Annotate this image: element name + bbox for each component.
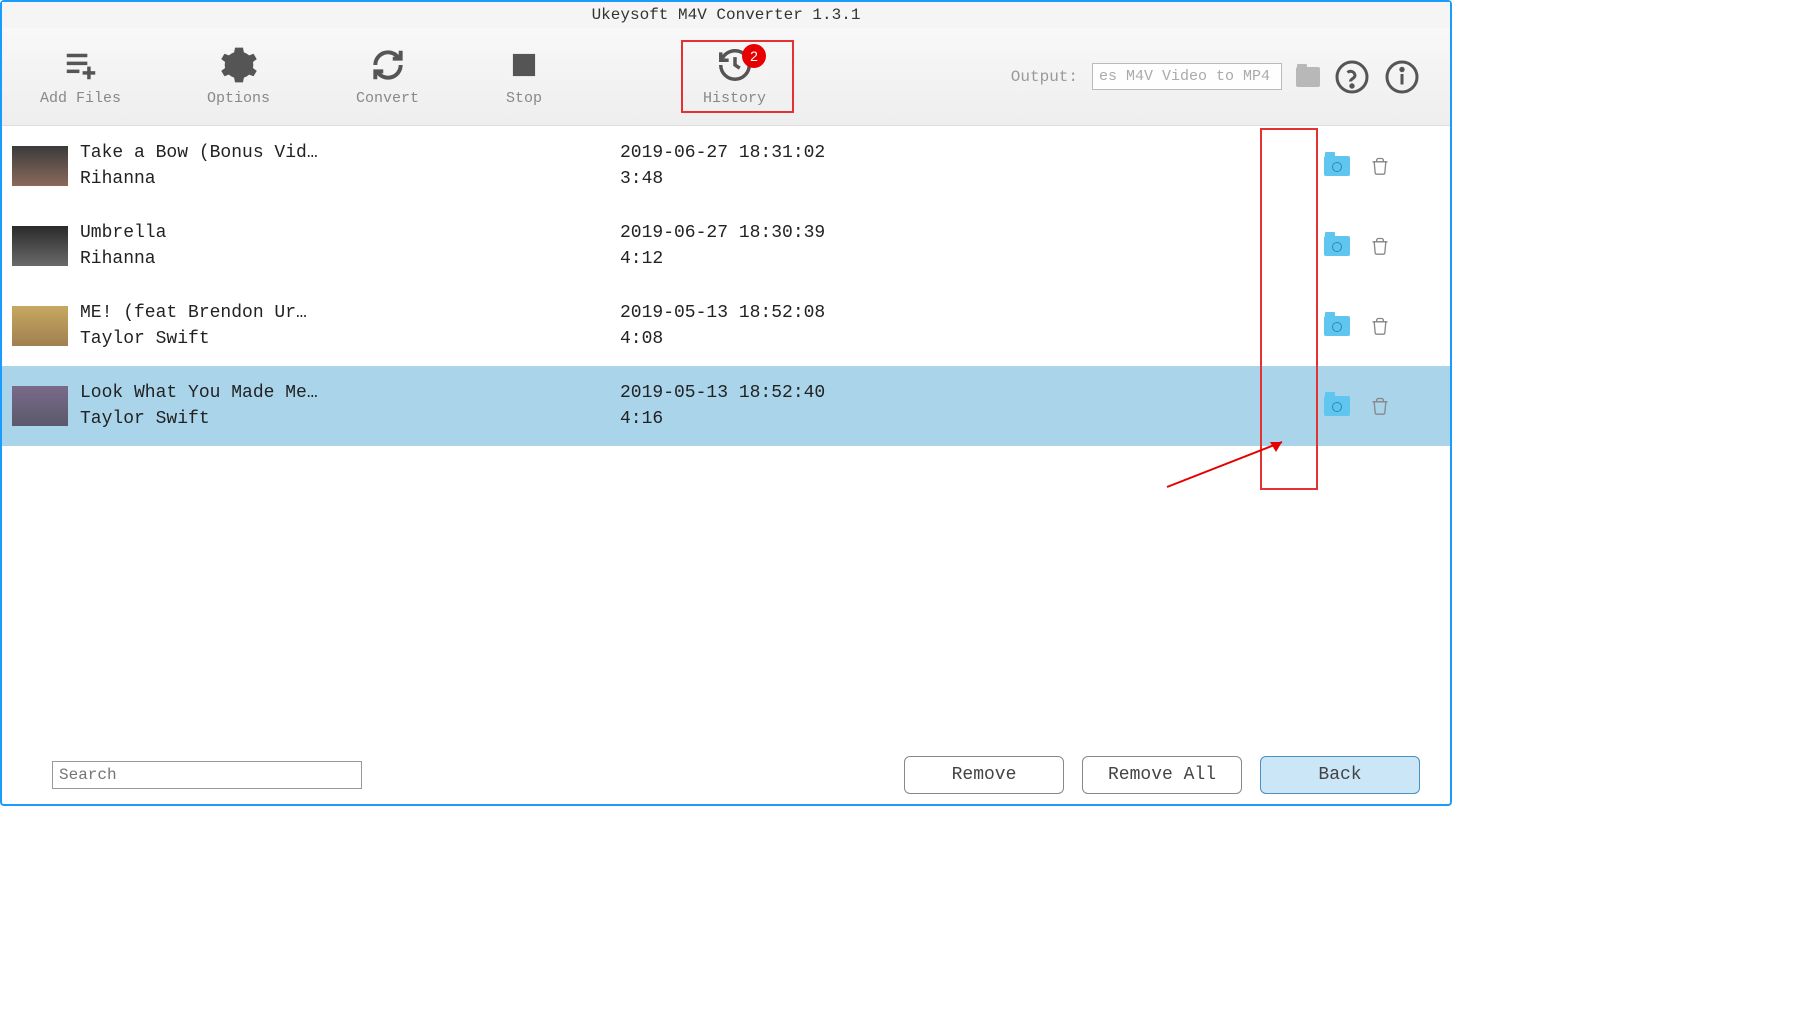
options-button[interactable]: Options bbox=[199, 46, 278, 107]
toolbar: Add Files Options Convert Stop History 2 bbox=[2, 28, 1450, 126]
video-artist: Rihanna bbox=[80, 169, 620, 189]
conversion-date: 2019-06-27 18:30:39 bbox=[620, 223, 1080, 243]
trash-icon[interactable] bbox=[1370, 154, 1390, 178]
remove-all-button[interactable]: Remove All bbox=[1082, 756, 1242, 794]
history-label: History bbox=[703, 90, 766, 107]
conversion-date: 2019-05-13 18:52:40 bbox=[620, 383, 1080, 403]
video-thumbnail bbox=[12, 306, 68, 346]
video-duration: 3:48 bbox=[620, 169, 1080, 189]
output-label: Output: bbox=[1011, 68, 1078, 86]
window-title: Ukeysoft M4V Converter 1.3.1 bbox=[2, 2, 1450, 28]
video-title: Umbrella bbox=[80, 223, 620, 243]
browse-folder-icon[interactable] bbox=[1296, 67, 1320, 87]
history-list: Take a Bow (Bonus Vid…Rihanna2019-06-27 … bbox=[2, 126, 1450, 446]
history-button[interactable]: History 2 bbox=[695, 46, 774, 107]
history-badge: 2 bbox=[742, 44, 766, 68]
video-title: Take a Bow (Bonus Vid… bbox=[80, 143, 620, 163]
video-thumbnail bbox=[12, 226, 68, 266]
row-actions bbox=[1324, 154, 1440, 178]
video-title: Look What You Made Me… bbox=[80, 383, 620, 403]
add-files-label: Add Files bbox=[40, 90, 121, 107]
gear-icon bbox=[220, 46, 258, 84]
trash-icon[interactable] bbox=[1370, 234, 1390, 258]
video-title: ME! (feat Brendon Ur… bbox=[80, 303, 620, 323]
video-artist: Taylor Swift bbox=[80, 409, 620, 429]
options-label: Options bbox=[207, 90, 270, 107]
date-column: 2019-05-13 18:52:08 4:08 bbox=[620, 303, 1080, 349]
history-row[interactable]: Umbrella Rihanna2019-06-27 18:30:39 4:12 bbox=[2, 206, 1450, 286]
date-column: 2019-05-13 18:52:40 4:16 bbox=[620, 383, 1080, 429]
toolbar-right: Output: es M4V Video to MP4 bbox=[1011, 59, 1420, 95]
stop-label: Stop bbox=[506, 90, 542, 107]
add-files-button[interactable]: Add Files bbox=[32, 46, 129, 107]
info-icon[interactable] bbox=[1384, 59, 1420, 95]
stop-button[interactable]: Stop bbox=[497, 46, 551, 107]
back-button[interactable]: Back bbox=[1260, 756, 1420, 794]
video-duration: 4:08 bbox=[620, 329, 1080, 349]
title-column: Umbrella Rihanna bbox=[80, 223, 620, 269]
help-icon[interactable] bbox=[1334, 59, 1370, 95]
video-thumbnail bbox=[12, 386, 68, 426]
remove-button[interactable]: Remove bbox=[904, 756, 1064, 794]
video-thumbnail bbox=[12, 146, 68, 186]
date-column: 2019-06-27 18:30:39 4:12 bbox=[620, 223, 1080, 269]
history-row[interactable]: Look What You Made Me… Taylor Swift2019-0… bbox=[2, 366, 1450, 446]
open-folder-icon[interactable] bbox=[1324, 156, 1350, 176]
row-actions bbox=[1324, 394, 1440, 418]
open-folder-icon[interactable] bbox=[1324, 396, 1350, 416]
title-column: ME! (feat Brendon Ur… Taylor Swift bbox=[80, 303, 620, 349]
title-column: Take a Bow (Bonus Vid… Rihanna bbox=[80, 143, 620, 189]
row-actions bbox=[1324, 314, 1440, 338]
video-artist: Taylor Swift bbox=[80, 329, 620, 349]
add-files-icon bbox=[62, 46, 100, 84]
open-folder-icon[interactable] bbox=[1324, 316, 1350, 336]
conversion-date: 2019-05-13 18:52:08 bbox=[620, 303, 1080, 323]
convert-button[interactable]: Convert bbox=[348, 46, 427, 107]
trash-icon[interactable] bbox=[1370, 394, 1390, 418]
row-actions bbox=[1324, 234, 1440, 258]
footer-bar: Remove Remove All Back bbox=[2, 756, 1450, 794]
history-row[interactable]: ME! (feat Brendon Ur… Taylor Swift2019-05… bbox=[2, 286, 1450, 366]
convert-icon bbox=[369, 46, 407, 84]
video-artist: Rihanna bbox=[80, 249, 620, 269]
video-duration: 4:12 bbox=[620, 249, 1080, 269]
stop-icon bbox=[505, 46, 543, 84]
search-input[interactable] bbox=[52, 761, 362, 789]
date-column: 2019-06-27 18:31:02 3:48 bbox=[620, 143, 1080, 189]
history-button-highlight: History 2 bbox=[681, 40, 794, 113]
convert-label: Convert bbox=[356, 90, 419, 107]
open-folder-icon[interactable] bbox=[1324, 236, 1350, 256]
history-row[interactable]: Take a Bow (Bonus Vid… Rihanna2019-06-27 … bbox=[2, 126, 1450, 206]
conversion-date: 2019-06-27 18:31:02 bbox=[620, 143, 1080, 163]
title-column: Look What You Made Me… Taylor Swift bbox=[80, 383, 620, 429]
video-duration: 4:16 bbox=[620, 409, 1080, 429]
output-path-field[interactable]: es M4V Video to MP4 bbox=[1092, 63, 1282, 90]
trash-icon[interactable] bbox=[1370, 314, 1390, 338]
